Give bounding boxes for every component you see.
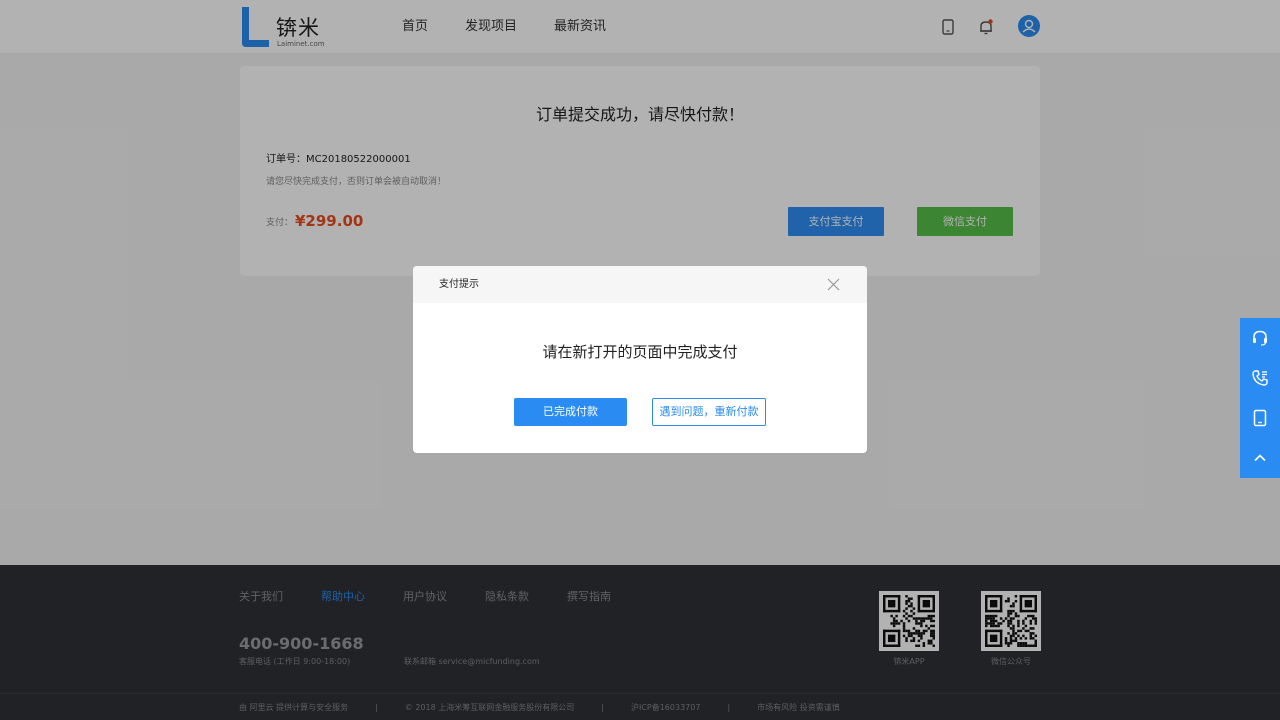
app-download-button[interactable] [1240, 398, 1280, 438]
headset-icon [1253, 330, 1267, 346]
modal-header: 支付提示 [413, 266, 867, 303]
back-to-top-button[interactable] [1240, 438, 1280, 478]
retry-payment-button[interactable]: 遇到问题，重新付款 [652, 398, 766, 426]
modal-title: 支付提示 [439, 279, 479, 290]
tablet-icon [1253, 409, 1267, 427]
hotline-button[interactable] [1240, 358, 1280, 398]
side-toolbar [1240, 318, 1280, 478]
back-to-top-icon [1254, 454, 1266, 462]
modal-message: 请在新打开的页面中完成支付 [542, 343, 738, 361]
phone-icon [1252, 370, 1268, 386]
payment-done-button[interactable]: 已完成付款 [514, 398, 627, 426]
payment-tip-modal: 支付提示 请在新打开的页面中完成支付 已完成付款 遇到问题，重新付款 [413, 266, 867, 453]
close-icon[interactable] [826, 277, 841, 292]
online-service-button[interactable] [1240, 318, 1280, 358]
